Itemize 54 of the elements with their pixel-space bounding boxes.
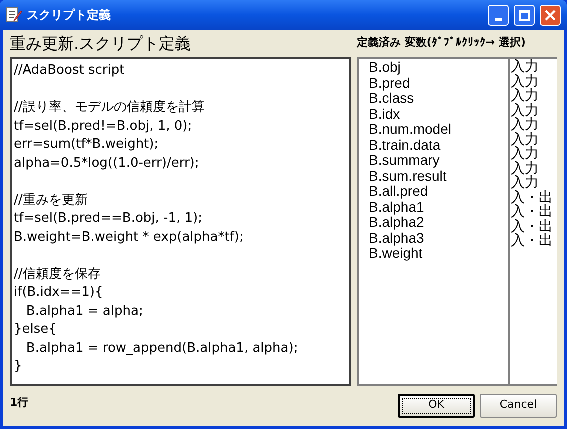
minimize-icon (495, 18, 502, 20)
variable-io: 入・出 (511, 218, 553, 234)
variable-io: 入力 (511, 132, 539, 148)
code-line: //誤り率、モデルの信頼度を計算 (14, 100, 205, 115)
variable-io: 入力 (511, 175, 539, 191)
variable-name[interactable]: B.alpha1 (369, 198, 424, 214)
minimize-button[interactable] (488, 4, 509, 26)
variable-io: 入・出 (511, 190, 553, 206)
window-title: スクリプト定義 (27, 7, 112, 24)
code-line: //AdaBoost script (14, 63, 125, 78)
variable-name[interactable]: B.all.pred (369, 183, 428, 199)
variable-name[interactable]: B.class (369, 90, 414, 106)
code-line: alpha=0.5*log((1.0-err)/err); (14, 156, 200, 170)
code-line: //信頼度を保存 (14, 266, 101, 282)
variable-name[interactable]: B.num.model (369, 121, 452, 137)
code-line: B.alpha1 = row_append(B.alpha1, alpha); (25, 340, 298, 356)
maximize-icon (519, 10, 530, 20)
variable-name[interactable]: B.obj (369, 59, 401, 75)
document-pencil-icon (6, 7, 22, 23)
close-button[interactable] (540, 4, 561, 26)
dialog-button[interactable]: OK (398, 394, 475, 418)
variable-io: 入力 (511, 59, 539, 75)
variable-name[interactable]: B.sum.result (369, 168, 447, 184)
variable-name[interactable]: B.alpha2 (369, 214, 424, 230)
code-line: } (14, 359, 22, 374)
code-line: B.weight=B.weight * exp(alpha*tf); (14, 230, 244, 244)
variable-name[interactable]: B.pred (369, 74, 410, 90)
dialog-button[interactable]: Cancel (480, 394, 557, 418)
variable-name[interactable]: B.weight (369, 245, 423, 261)
variable-io: 入力 (511, 102, 539, 118)
line-count: 1行 (10, 395, 30, 412)
code-line: tf=sel(B.pred==B.obj, -1, 1); (14, 211, 202, 226)
code-line: }else{ (14, 322, 57, 337)
code-line: //重みを更新 (14, 192, 88, 208)
maximize-button[interactable] (514, 4, 535, 26)
variable-io: 入力 (511, 74, 539, 90)
code-line: err=sum(tf*B.weight); (14, 137, 159, 152)
close-icon (545, 10, 556, 20)
code-line: tf=sel(B.pred!=B.obj, 1, 0); (14, 118, 192, 134)
variables-heading: 定義済み 変数(ﾀﾞﾌﾞﾙｸﾘｯｸ→ 選択) (357, 35, 526, 52)
script-editor[interactable] (10, 57, 351, 386)
variable-io: 入力 (511, 117, 539, 133)
editor-heading: 重み更新.スクリプト定義 (10, 32, 192, 54)
variable-io: 入・出 (511, 204, 553, 220)
variable-io: 入力 (511, 146, 539, 162)
code-line: if(B.idx==1){ (14, 285, 104, 300)
variable-name[interactable]: B.alpha3 (369, 230, 424, 246)
variable-io: 入力 (511, 88, 539, 104)
variable-name[interactable]: B.summary (369, 152, 440, 168)
code-line: B.alpha1 = alpha; (25, 304, 144, 318)
variable-name[interactable]: B.idx (369, 106, 400, 122)
variable-name[interactable]: B.train.data (369, 136, 441, 152)
variable-io: 入・出 (511, 233, 553, 249)
variable-io: 入力 (511, 160, 539, 176)
